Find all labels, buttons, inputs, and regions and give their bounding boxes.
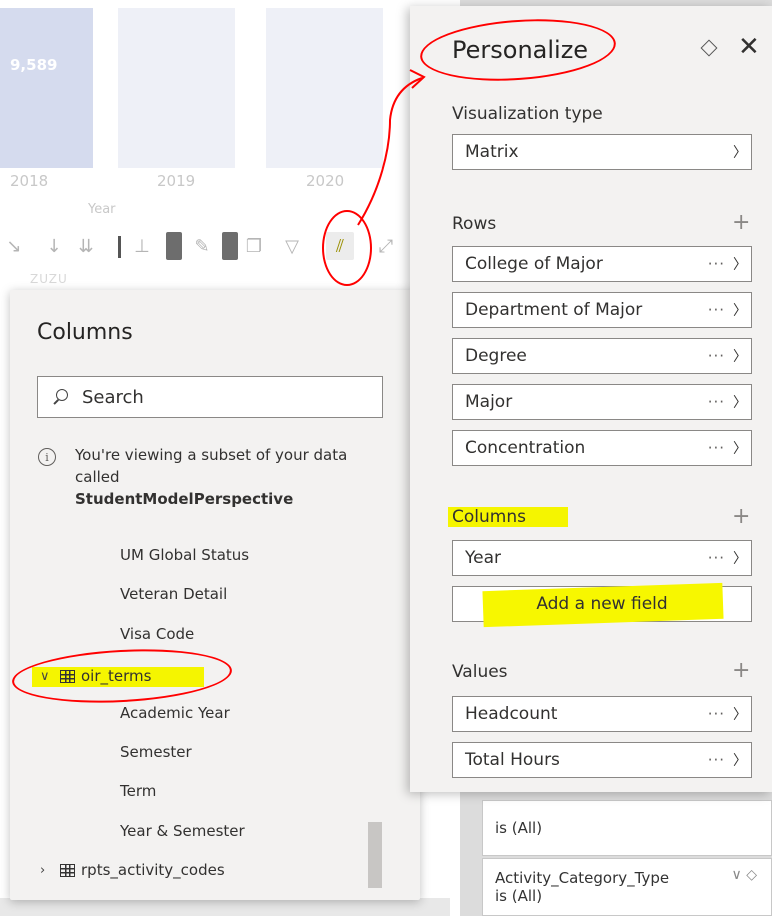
row-field-pill[interactable]: Major ··· 〉 — [452, 384, 752, 420]
add-value-icon[interactable]: + — [732, 660, 750, 682]
chevron-right-icon[interactable]: 〉 — [733, 438, 751, 458]
toolbar-separator — [118, 236, 121, 258]
more-options-icon[interactable]: ··· — [708, 439, 725, 457]
year-tick: 2019 — [157, 172, 196, 190]
drill-down-icon[interactable]: ↓ — [40, 232, 68, 260]
more-options-icon[interactable]: ··· — [708, 301, 725, 319]
chart-bar-2019 — [118, 8, 235, 168]
chevron-right-icon[interactable]: 〉 — [733, 548, 751, 568]
background-chart: 9,589 2018 2019 2020 Year — [0, 0, 410, 230]
more-options-icon[interactable]: ··· — [708, 393, 725, 411]
viz-type-label: Visualization type — [452, 104, 603, 124]
field-term[interactable]: Term — [120, 782, 156, 800]
x-axis-title: Year — [88, 202, 116, 217]
subset-info-text: You're viewing a subset of your data cal… — [75, 446, 348, 486]
chevron-right-icon[interactable]: 〉 — [733, 750, 751, 770]
more-options-icon[interactable]: ··· — [708, 549, 725, 567]
more-options-icon[interactable]: ··· — [708, 347, 725, 365]
field-veteran-detail[interactable]: Veteran Detail — [120, 585, 227, 603]
chevron-right-icon[interactable]: › — [40, 863, 60, 878]
pin-icon[interactable]: ✎ — [188, 232, 216, 260]
field-academic-year[interactable]: Academic Year — [120, 704, 230, 722]
more-options-icon[interactable]: ··· — [708, 751, 725, 769]
annotation-circle — [10, 644, 234, 708]
eraser-icon[interactable] — [700, 42, 718, 56]
toolbar-divider-block — [166, 232, 182, 260]
chevron-right-icon[interactable]: 〉 — [733, 704, 751, 724]
year-tick: 2020 — [306, 172, 345, 190]
table-rpts-activity-codes[interactable]: › rpts_activity_codes — [40, 858, 225, 882]
toolbar-divider-block — [222, 232, 238, 260]
value-field-pill[interactable]: Headcount ··· 〉 — [452, 696, 752, 732]
field-visa-code[interactable]: Visa Code — [120, 625, 194, 643]
add-column-icon[interactable]: + — [732, 506, 750, 528]
chevron-down-icon[interactable]: ∨ ◇ — [732, 867, 757, 883]
field-semester[interactable]: Semester — [120, 743, 192, 761]
expand-all-icon[interactable]: ⇊ — [72, 232, 100, 260]
sort-icon[interactable]: ↘ — [0, 232, 28, 260]
columns-label: Columns — [452, 507, 526, 527]
pill-label: Major — [465, 392, 513, 412]
pill-label: Total Hours — [465, 750, 560, 770]
filter-card-title: Activity_Category_Type — [495, 869, 670, 887]
filter-icon[interactable]: ▽ — [278, 232, 306, 260]
focus-mode-icon[interactable]: ⤢ — [372, 232, 400, 260]
annotation-arrow — [357, 69, 426, 226]
pill-label: College of Major — [465, 254, 603, 274]
field-year-semester[interactable]: Year & Semester — [120, 822, 245, 840]
more-options-icon[interactable]: ··· — [708, 705, 725, 723]
search-icon — [52, 388, 70, 406]
add-new-field-button[interactable]: Add a new field — [452, 582, 752, 628]
row-field-pill[interactable]: College of Major ··· 〉 — [452, 246, 752, 282]
chart-bar-2018 — [0, 8, 93, 168]
filter-card-activity-category[interactable]: Activity_Category_Type is (All) ∨ ◇ — [482, 858, 772, 916]
info-icon: i — [38, 448, 56, 466]
subset-info: You're viewing a subset of your data cal… — [75, 444, 375, 510]
pill-label: Headcount — [465, 704, 558, 724]
close-icon[interactable]: ✕ — [738, 34, 760, 60]
pill-label: Concentration — [465, 438, 586, 458]
scrollbar[interactable] — [368, 822, 382, 888]
filter-card-state: is (All) — [495, 887, 543, 905]
row-field-pill[interactable]: Department of Major ··· 〉 — [452, 292, 752, 328]
chevron-right-icon[interactable]: 〉 — [733, 254, 751, 274]
page-footer-strip — [0, 898, 450, 916]
copy-icon[interactable]: ❐ — [240, 232, 268, 260]
table-name: rpts_activity_codes — [81, 861, 225, 879]
search-placeholder: Search — [82, 386, 144, 408]
chevron-right-icon[interactable]: 〉 — [733, 300, 751, 320]
chevron-right-icon[interactable]: 〉 — [733, 392, 751, 412]
columns-title: Columns — [37, 320, 133, 345]
bar-data-label: 9,589 — [10, 56, 58, 74]
add-new-field-label: Add a new field — [536, 594, 668, 614]
chevron-right-icon[interactable]: 〉 — [733, 346, 751, 366]
chevron-right-icon: 〉 — [733, 145, 747, 161]
table-icon — [60, 863, 75, 877]
perspective-name: StudentModelPerspective — [75, 490, 294, 508]
values-label: Values — [452, 662, 508, 682]
search-input[interactable]: Search — [37, 376, 383, 418]
personalize-pane: Personalize ✕ Visualization type Matrix … — [410, 6, 772, 792]
filter-card-state: is (All) — [495, 819, 543, 837]
pill-label: Department of Major — [465, 300, 643, 320]
more-options-icon[interactable]: ··· — [708, 255, 725, 273]
columns-field-list: Columns Search i You're viewing a subset… — [10, 290, 420, 900]
viz-type-dropdown[interactable]: Matrix 〉 — [452, 134, 752, 170]
add-row-icon[interactable]: + — [732, 212, 750, 234]
hierarchy-icon[interactable]: ⊥ — [128, 232, 156, 260]
row-field-pill[interactable]: Degree ··· 〉 — [452, 338, 752, 374]
value-field-pill[interactable]: Total Hours ··· 〉 — [452, 742, 752, 778]
year-tick: 2018 — [10, 172, 49, 190]
obscured-text: ZUZU — [30, 272, 68, 286]
filter-card[interactable]: is (All) — [482, 800, 772, 856]
column-field-pill[interactable]: Year ··· 〉 — [452, 540, 752, 576]
pill-label: Degree — [465, 346, 527, 366]
field-um-global-status[interactable]: UM Global Status — [120, 546, 249, 564]
pill-label: Year — [465, 548, 501, 568]
row-field-pill[interactable]: Concentration ··· 〉 — [452, 430, 752, 466]
viz-type-value: Matrix — [465, 142, 519, 162]
